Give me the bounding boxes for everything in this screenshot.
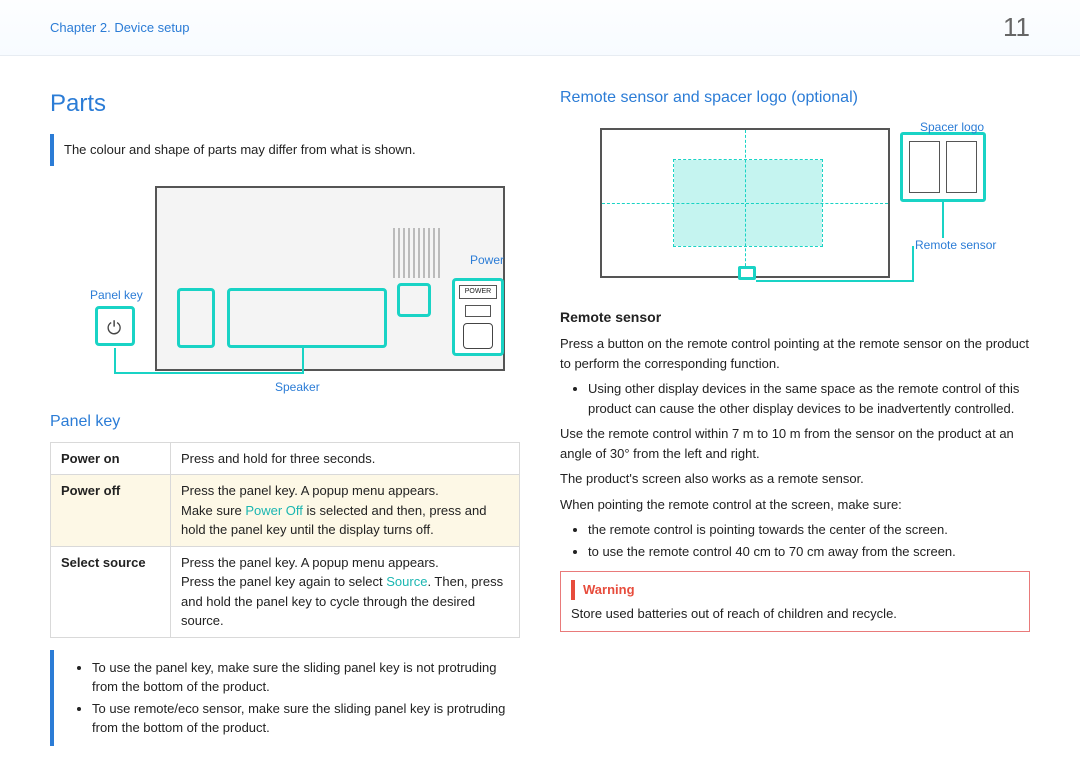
label-speaker: Speaker — [275, 378, 320, 396]
tv-front-panel — [600, 128, 890, 278]
panel-key-heading: Panel key — [50, 410, 520, 434]
body-text: The product's screen also works as a rem… — [560, 469, 1030, 489]
row-value: Press the panel key. A popup menu appear… — [171, 546, 520, 637]
speaker-highlight-center — [227, 288, 387, 348]
keyword-power-off: Power Off — [245, 503, 303, 518]
power-inlet-highlight: POWER — [452, 278, 504, 356]
label-spacer-logo: Spacer logo — [920, 118, 984, 136]
right-column: Remote sensor and spacer logo (optional)… — [560, 86, 1030, 746]
spacer-logo-highlight — [900, 132, 986, 202]
body-text: Press a button on the remote control poi… — [560, 334, 1030, 373]
tv-back-panel: POWER — [155, 186, 505, 371]
note-bullet: To use remote/eco sensor, make sure the … — [92, 699, 510, 738]
remote-sensor-highlight — [738, 266, 756, 280]
row-key: Power on — [51, 442, 171, 475]
device-back-diagram: POWER Panel key Power Speaker — [50, 166, 510, 396]
page-number: 11 — [1003, 8, 1030, 47]
row-value: Press the panel key. A popup menu appear… — [171, 475, 520, 547]
body-text: Use the remote control within 7 m to 10 … — [560, 424, 1030, 463]
parts-heading: Parts — [50, 86, 520, 122]
note-bullet: To use the panel key, make sure the slid… — [92, 658, 510, 697]
panel-key-table: Power on Press and hold for three second… — [50, 442, 520, 638]
body-text: When pointing the remote control at the … — [560, 495, 1030, 515]
panel-key-button-icon — [95, 306, 135, 346]
panel-key-usage-note: To use the panel key, make sure the slid… — [50, 650, 520, 746]
row-value: Press and hold for three seconds. — [171, 442, 520, 475]
vent-grille — [393, 228, 443, 278]
left-column: Parts The colour and shape of parts may … — [50, 86, 520, 746]
keyword-source: Source — [386, 574, 427, 589]
device-front-diagram: Spacer logo Remote sensor — [560, 118, 1030, 293]
body-bullet: to use the remote control 40 cm to 70 cm… — [588, 542, 1030, 562]
control-module-highlight — [397, 283, 431, 317]
warning-text: Store used batteries out of reach of chi… — [571, 604, 1019, 624]
body-bullet: the remote control is pointing towards t… — [588, 520, 1030, 540]
remote-sensor-heading: Remote sensor and spacer logo (optional) — [560, 86, 1030, 110]
label-panel-key: Panel key — [90, 286, 143, 304]
speaker-highlight-left — [177, 288, 215, 348]
remote-sensor-subheading: Remote sensor — [560, 307, 1030, 328]
warning-title: Warning — [571, 580, 635, 600]
intro-note: The colour and shape of parts may differ… — [50, 134, 520, 166]
body-bullet: Using other display devices in the same … — [588, 379, 1030, 418]
table-row: Power off Press the panel key. A popup m… — [51, 475, 520, 547]
screen-center-zone — [674, 160, 822, 246]
chapter-label: Chapter 2. Device setup — [50, 18, 189, 38]
warning-box: Warning Store used batteries out of reac… — [560, 571, 1030, 632]
label-power: Power — [470, 251, 504, 269]
row-key: Select source — [51, 546, 171, 637]
label-remote-sensor: Remote sensor — [915, 236, 996, 254]
table-row: Power on Press and hold for three second… — [51, 442, 520, 475]
row-key: Power off — [51, 475, 171, 547]
table-row: Select source Press the panel key. A pop… — [51, 546, 520, 637]
page-header: Chapter 2. Device setup 11 — [0, 0, 1080, 56]
